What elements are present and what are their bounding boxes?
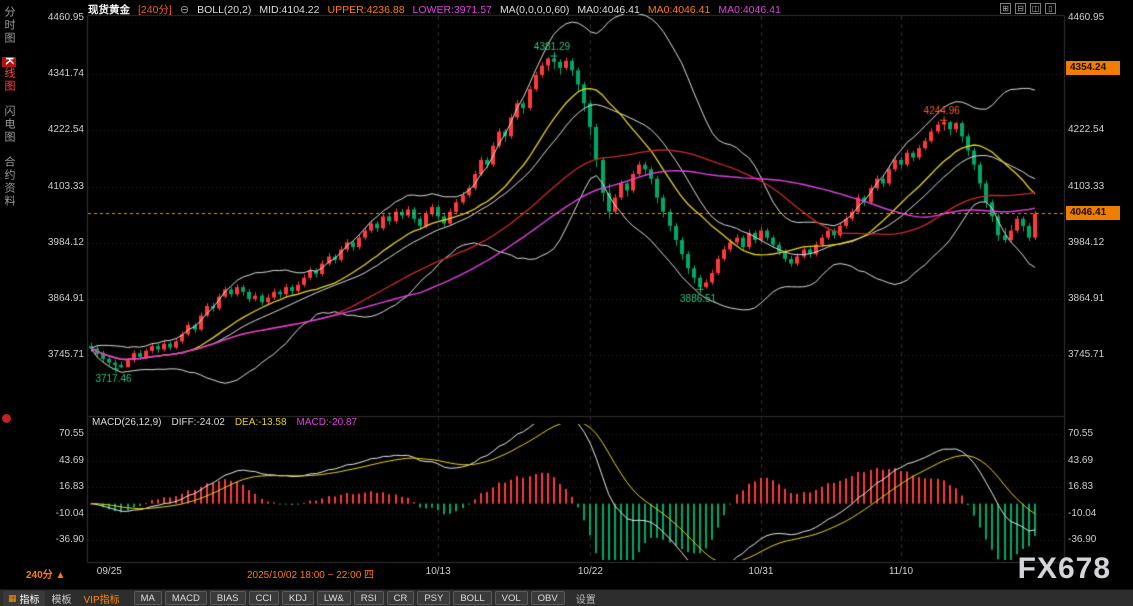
sidebar-item-label: 合约资料 xyxy=(3,156,15,208)
sidebar-item-label: 闪电图 xyxy=(3,105,15,144)
symbol-name: 现货黄金 xyxy=(88,2,130,17)
indicator-button-vol[interactable]: VOL xyxy=(495,591,528,605)
toolbar-template-tab[interactable]: 模板 xyxy=(47,591,77,606)
sidebar-item-time-share-chart[interactable]: 分时图 xyxy=(1,6,17,45)
macd-bar-value: MACD:-20.87 xyxy=(297,417,358,428)
ma-value-1: MA0:4046.41 xyxy=(577,4,639,16)
sidebar-item-kline-chart[interactable]: K线图 xyxy=(1,57,17,93)
chart-type-sidebar: 分时图 K线图闪电图合约资料 xyxy=(1,6,15,220)
macd-info-bar: MACD(26,12,9) DIFF:-24.02 DEA:-13.58 MAC… xyxy=(92,417,357,428)
macd-dea-value: DEA:-13.58 xyxy=(235,417,287,428)
remove-indicator-icon[interactable]: ⊖ xyxy=(180,3,189,16)
toolbar-tabs: ▦指标模板 VIP指标 xyxy=(3,591,125,606)
macd-diff-value: DIFF:-24.02 xyxy=(171,417,224,428)
kline-chart-canvas[interactable] xyxy=(0,0,1133,606)
panel-toggle-icon[interactable] xyxy=(2,414,11,423)
timeframe-selector[interactable]: 240分 ▲ xyxy=(26,566,65,581)
k-line-icon: K xyxy=(2,57,16,67)
sidebar-item-lightning-chart[interactable]: 闪电图 xyxy=(1,105,17,144)
multi-window-layout-icon[interactable]: ⊞ xyxy=(1000,3,1011,14)
indicator-button-lw[interactable]: LW& xyxy=(317,591,351,605)
ma-value-2: MA0:4046.41 xyxy=(648,4,710,16)
boll-lower-value: LOWER:3971.57 xyxy=(413,4,492,16)
indicator-buttons: MAMACDBIASCCIKDJLW&RSICRPSYBOLL VOLOBV xyxy=(134,591,565,605)
split-horizontal-icon[interactable]: ⊟ xyxy=(1015,3,1026,14)
indicator-grid-icon: ▦ xyxy=(8,593,17,604)
toolbar-vip-indicator-tab[interactable]: VIP指标 xyxy=(79,591,125,606)
sidebar-item-label: 分时图 xyxy=(3,6,15,45)
indicator-button-obv[interactable]: OBV xyxy=(531,591,565,605)
fx678-watermark: FX678 xyxy=(1018,552,1111,586)
period-tag: [240分] xyxy=(138,2,172,17)
boll-upper-value: UPPER:4236.88 xyxy=(327,4,404,16)
sidebar-item-contract-info[interactable]: 合约资料 xyxy=(1,156,17,208)
ma-value-3: MA0:4046.41 xyxy=(718,4,780,16)
window-layout-icons: ⊞ ⊟ ◫ ▯ xyxy=(1000,3,1056,14)
single-window-icon[interactable]: ▯ xyxy=(1045,3,1056,14)
chevron-up-icon: ▲ xyxy=(55,570,65,581)
boll-mid-value: MID:4104.22 xyxy=(259,4,319,16)
indicator-button-ma[interactable]: MA xyxy=(134,591,162,605)
indicator-button-bias[interactable]: BIAS xyxy=(210,591,246,605)
toolbar-tab-label: 模板 xyxy=(52,591,72,606)
crosshair-date-label: 2025/10/02 18:00 ~ 22:00 四 xyxy=(247,566,374,581)
indicator-button-cci[interactable]: CCI xyxy=(249,591,279,605)
split-vertical-icon[interactable]: ◫ xyxy=(1030,3,1041,14)
indicator-button-psy[interactable]: PSY xyxy=(417,591,450,605)
settings-button[interactable]: 设置 xyxy=(576,591,596,606)
sidebar-item-label: 线图 xyxy=(3,67,15,93)
indicator-button-boll[interactable]: BOLL xyxy=(453,591,491,605)
toolbar-tab-label: 指标 xyxy=(20,591,40,606)
indicator-toolbar: ▦指标模板 VIP指标 MAMACDBIASCCIKDJLW&RSICRPSYBO… xyxy=(0,589,1133,606)
chart-info-bar: 现货黄金 [240分] ⊖ BOLL(20,2) MID:4104.22 UPP… xyxy=(88,2,781,17)
toolbar-indicator-tab[interactable]: ▦指标 xyxy=(3,591,45,606)
indicator-button-cr[interactable]: CR xyxy=(387,591,415,605)
indicator-button-macd[interactable]: MACD xyxy=(165,591,207,605)
timeframe-label: 240分 xyxy=(26,570,53,581)
toolbar-tab-label: VIP指标 xyxy=(84,591,120,606)
boll-params-label: BOLL(20,2) xyxy=(197,4,251,16)
macd-params-label: MACD(26,12,9) xyxy=(92,417,161,428)
ma-params-label: MA(0,0,0,0,60) xyxy=(500,4,569,16)
indicator-button-rsi[interactable]: RSI xyxy=(354,591,384,605)
indicator-button-kdj[interactable]: KDJ xyxy=(282,591,314,605)
